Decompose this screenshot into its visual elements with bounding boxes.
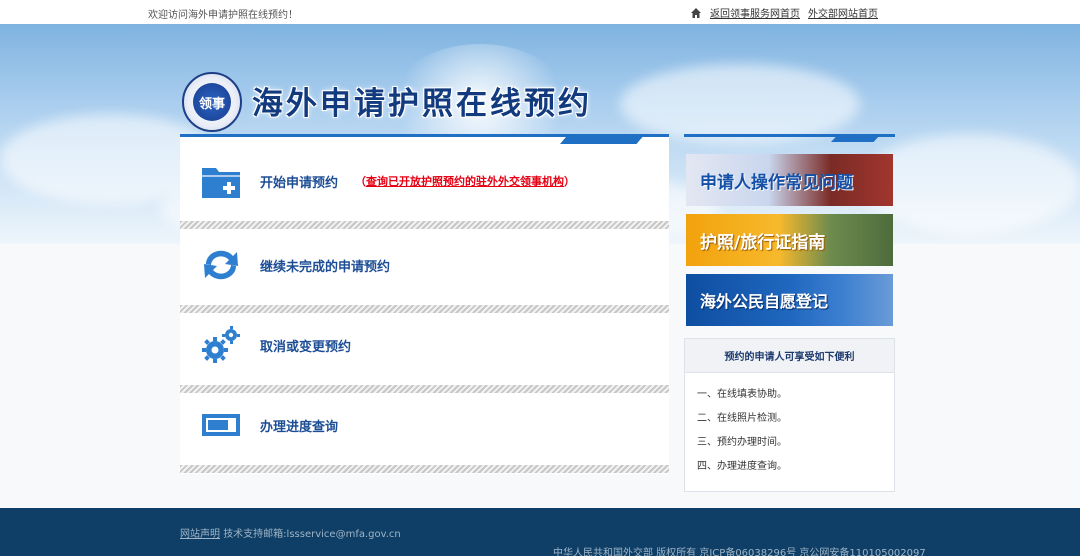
support-email: 技术支持邮箱:lssservice@mfa.gov.cn bbox=[223, 529, 401, 540]
passport-guide-banner[interactable]: 护照/旅行证指南 bbox=[686, 214, 893, 266]
home-icon[interactable] bbox=[690, 7, 702, 19]
list-item: 四、办理进度查询。 bbox=[697, 461, 787, 472]
banner-cloud bbox=[620, 64, 860, 144]
copyright: 中华人民共和国外交部 版权所有 京ICP备06038296号 京公网安备1101… bbox=[553, 548, 926, 556]
benefits-list: 一、在线填表协助。 二、在线照片检测。 三、预约办理时间。 四、办理进度查询。 bbox=[685, 373, 894, 483]
sidebar-tab-accent bbox=[831, 134, 881, 142]
sidebar-top-accent bbox=[684, 134, 895, 142]
benefits-box: 预约的申请人可享受如下便利 一、在线填表协助。 二、在线照片检测。 三、预约办理… bbox=[684, 338, 895, 492]
menu-item-progress-query[interactable]: 办理进度查询 bbox=[180, 383, 669, 467]
progress-query-label[interactable]: 办理进度查询 bbox=[260, 416, 338, 435]
benefits-title: 预约的申请人可享受如下便利 bbox=[685, 339, 894, 373]
consular-logo: 领事 bbox=[182, 72, 242, 132]
citizen-registration-banner-text: 海外公民自愿登记 bbox=[700, 292, 829, 311]
mfa-home-link[interactable]: 外交部网站首页 bbox=[808, 5, 878, 20]
main-menu-panel: 开始申请预约 （查询已开放护照预约的驻外外交领事机构） 继续未完成的申请预约 取… bbox=[180, 134, 669, 474]
consular-home-link[interactable]: 返回领事服务网首页 bbox=[710, 5, 800, 20]
site-statement-link[interactable]: 网站声明 bbox=[180, 529, 220, 540]
citizen-registration-banner[interactable]: 海外公民自愿登记 bbox=[686, 274, 893, 326]
passport-guide-banner-text: 护照/旅行证指南 bbox=[700, 232, 826, 253]
refresh-arrows-icon bbox=[204, 250, 238, 280]
start-appointment-label[interactable]: 开始申请预约 bbox=[260, 172, 338, 191]
footer-left: 网站声明 技术支持邮箱:lssservice@mfa.gov.cn bbox=[180, 525, 401, 540]
list-item: 二、在线照片检测。 bbox=[697, 413, 787, 424]
gears-icon bbox=[202, 326, 240, 363]
note-open-paren: （ bbox=[355, 175, 366, 188]
open-missions-link[interactable]: 查询已开放护照预约的驻外外交领事机构 bbox=[366, 175, 564, 188]
monitor-icon bbox=[202, 414, 240, 436]
page-title: 海外申请护照在线预约 bbox=[252, 86, 592, 122]
welcome-text: 欢迎访问海外申请护照在线预约！ bbox=[148, 10, 298, 21]
menu-item-start-appointment[interactable]: 开始申请预约 （查询已开放护照预约的驻外外交领事机构） bbox=[180, 139, 669, 223]
list-item: 三、预约办理时间。 bbox=[697, 437, 787, 448]
faq-banner-text: 申请人操作常见问题 bbox=[700, 172, 853, 193]
list-item: 一、在线填表协助。 bbox=[697, 389, 787, 400]
continue-appointment-label[interactable]: 继续未完成的申请预约 bbox=[260, 256, 390, 275]
note-close-paren: ） bbox=[564, 175, 575, 188]
cancel-change-label[interactable]: 取消或变更预约 bbox=[260, 336, 351, 355]
folder-add-icon bbox=[202, 168, 240, 198]
consular-logo-emblem: 领事 bbox=[193, 83, 231, 121]
menu-item-cancel-change[interactable]: 取消或变更预约 bbox=[180, 303, 669, 387]
menu-item-continue-appointment[interactable]: 继续未完成的申请预约 bbox=[180, 223, 669, 307]
faq-banner[interactable]: 申请人操作常见问题 bbox=[686, 154, 893, 206]
open-missions-note[interactable]: （查询已开放护照预约的驻外外交领事机构） bbox=[355, 173, 575, 189]
menu-divider bbox=[180, 465, 669, 473]
footer: 网站声明 技术支持邮箱:lssservice@mfa.gov.cn 中华人民共和… bbox=[0, 508, 1080, 556]
sidebar: 申请人操作常见问题 护照/旅行证指南 海外公民自愿登记 预约的申请人可享受如下便… bbox=[684, 134, 895, 494]
top-bar: 欢迎访问海外申请护照在线预约！ 返回领事服务网首页 外交部网站首页 bbox=[0, 0, 1080, 24]
top-links: 返回领事服务网首页 外交部网站首页 bbox=[690, 5, 878, 20]
